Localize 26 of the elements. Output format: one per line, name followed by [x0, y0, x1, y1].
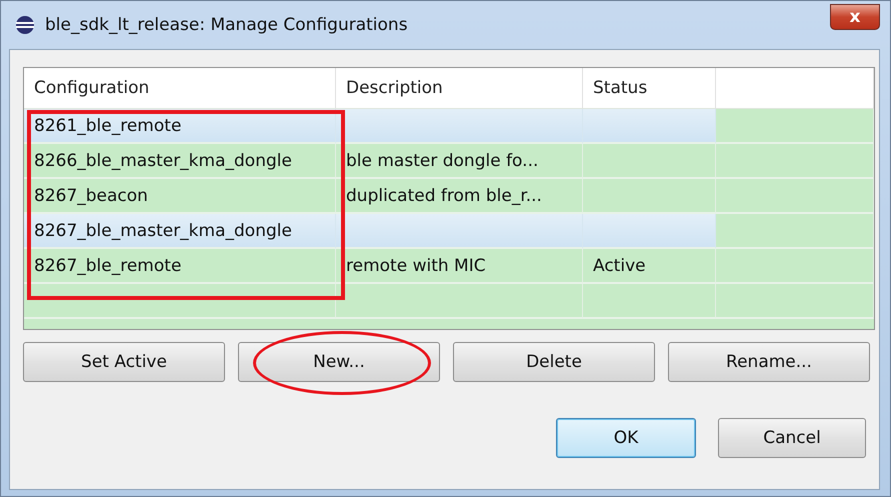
table-cell[interactable]	[583, 284, 716, 319]
table-cell[interactable]	[583, 109, 716, 144]
globe-icon	[15, 15, 35, 35]
table-cell[interactable]: 8266_ble_master_kma_dongle	[24, 144, 336, 179]
dialog-button[interactable]: OK	[556, 418, 696, 458]
window-title: ble_sdk_lt_release: Manage Configurations	[45, 15, 409, 35]
close-button[interactable]: x	[830, 4, 880, 30]
table-cell[interactable]: ble master dongle fo...	[336, 144, 583, 179]
action-button[interactable]: New...	[238, 342, 440, 382]
table-cell[interactable]: Active	[583, 249, 716, 284]
action-button[interactable]: Set Active	[23, 342, 225, 382]
column-header[interactable]: Configuration	[24, 68, 336, 109]
table-cell[interactable]: remote with MIC	[336, 249, 583, 284]
table-cell[interactable]	[336, 284, 583, 319]
table-cell[interactable]	[24, 284, 336, 319]
table-cell[interactable]	[336, 214, 583, 249]
column-header[interactable]: Description	[336, 68, 583, 109]
table-cell[interactable]	[336, 109, 583, 144]
action-button[interactable]: Delete	[453, 342, 655, 382]
table-cell[interactable]	[583, 144, 716, 179]
action-button[interactable]: Rename...	[668, 342, 870, 382]
table-cell[interactable]: 8267_ble_remote	[24, 249, 336, 284]
table-cell[interactable]: 8267_ble_master_kma_dongle	[24, 214, 336, 249]
table-cell[interactable]	[583, 214, 716, 249]
column-header[interactable]: Status	[583, 68, 716, 109]
dialog-button[interactable]: Cancel	[718, 418, 866, 458]
